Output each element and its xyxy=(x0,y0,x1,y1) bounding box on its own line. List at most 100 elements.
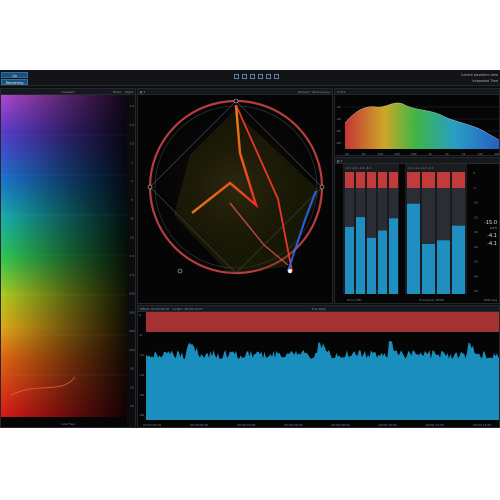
error-meter-values: -4.4 -6.0 -4.4 -4.0 xyxy=(345,166,371,170)
history-timecode: 00:00:02:00 xyxy=(190,423,208,427)
layout-icon[interactable] xyxy=(234,74,239,79)
spectrum-display[interactable]: -20 -40 -60 -80 20 50 100 200 500 1k 2k 5k 10k 20k xyxy=(335,95,500,156)
app-window: Go Rendering Current waveform view Integ… xyxy=(0,70,500,428)
spectrogram-scale-label: 0.1 xyxy=(130,104,135,108)
history-timecode: 00:00:04:00 xyxy=(237,423,255,427)
spectrum-level-tick: -60 xyxy=(336,129,341,133)
history-waveform xyxy=(146,341,499,420)
grid-icon[interactable] xyxy=(242,74,247,79)
history-display[interactable]: 0 -6 -12 -24 -36 -48 00:00:00:00 00:00:02:00 00… xyxy=(138,312,500,428)
spectrogram-scale-label: 0.2 xyxy=(130,123,135,127)
view-icons xyxy=(234,74,279,79)
history-timecode: 00:00:10:00 xyxy=(379,423,397,427)
current-view-label: Current waveform view xyxy=(460,73,498,77)
true-peak-meter-bar-peak xyxy=(422,172,435,188)
window-icon[interactable] xyxy=(266,74,271,79)
true-peak-meter-label: True Peak (dBTP) xyxy=(419,298,445,302)
spectrogram-scale-label: 300 xyxy=(129,310,135,314)
vectorscope-left-handle[interactable] xyxy=(147,184,153,190)
history-timecode: 00:00:06:00 xyxy=(284,423,302,427)
error-meter-bar-level xyxy=(367,237,376,294)
spectrogram-scale-label: 2 xyxy=(131,179,133,183)
true-peak-meter-bar-peak xyxy=(452,172,465,188)
true-peak-meter-bar-level xyxy=(452,225,465,294)
true-peak-meter-bar-peak xyxy=(407,172,420,188)
spectrogram-scale-label: 10 xyxy=(130,217,134,221)
spectrum-level-tick: -20 xyxy=(336,105,341,109)
error-meter-bar-peak xyxy=(378,172,387,188)
link-icon[interactable] xyxy=(250,74,255,79)
true-peak-meter-bar-level xyxy=(407,203,420,294)
spectrum-freq-tick: 20k xyxy=(494,152,500,156)
history-scale-label: -48 xyxy=(139,413,144,417)
spectrogram-display[interactable]: 0.10.20.512510201.52.5500300200100505025 xyxy=(1,95,136,428)
meter-scale-label: -10 xyxy=(473,201,478,205)
error-meter-bar-peak xyxy=(389,172,398,188)
true-peak-meter-bar-level xyxy=(437,240,450,294)
error-meter-bar-level xyxy=(389,218,398,294)
error-meter-bar-peak xyxy=(367,172,376,188)
spectrogram-scale-label: 0.5 xyxy=(130,142,135,146)
settings-icon[interactable] xyxy=(274,74,279,79)
spectrum-freq-tick: 5k xyxy=(462,152,466,156)
history-panel: Offset: 00:00:00:00 · Length: 00:00:14:2… xyxy=(137,305,500,428)
error-meter-bar-peak xyxy=(345,172,354,188)
true-peak-meter-bar-peak xyxy=(437,172,450,188)
spectrogram-scale-label: 500 xyxy=(129,292,135,296)
spectrogram-scale-label: 200 xyxy=(129,329,135,333)
search-icon[interactable] xyxy=(258,74,263,79)
rendering-button[interactable]: Rendering xyxy=(1,79,28,85)
vectorscope-lower-right-handle[interactable] xyxy=(287,268,293,274)
meter-scale-label: -15 xyxy=(473,215,478,219)
spectrum-freq-tick: 500 xyxy=(411,152,417,156)
history-peak-band xyxy=(146,312,499,332)
readout-momentary: -4.1 xyxy=(487,241,497,247)
vectorscope-top-handle[interactable] xyxy=(233,98,239,104)
history-scale-label: -12 xyxy=(139,353,144,357)
spectrogram-footer: Low Freq xyxy=(61,422,75,426)
history-scale-label: -6 xyxy=(139,333,142,337)
meter-scale-label: -40 xyxy=(473,274,478,278)
meter-scale-label: -25 xyxy=(473,245,478,249)
spectrum-freq-tick: 200 xyxy=(394,152,400,156)
spectrogram-panel: Gradient Mode Right 0.1 0.2 0.5 1 2 5 10… xyxy=(0,88,136,428)
spectrogram-scale-label: 25 xyxy=(130,404,134,408)
meter-scale-label: -50 xyxy=(473,289,478,293)
spectrum-freq-tick: 10k xyxy=(478,152,484,156)
meter-scale-label: -5 xyxy=(473,186,476,190)
true-peak-meter-bar-level xyxy=(422,243,435,294)
vectorscope-lower-left-handle[interactable] xyxy=(177,268,183,274)
vectorscope-display[interactable] xyxy=(138,95,333,304)
meter-scale-label: 0 xyxy=(473,171,475,175)
error-meter-label: Error (dB) xyxy=(347,298,362,302)
spectrum-level-tick: -80 xyxy=(336,141,341,145)
spectrum-freq-tick: 2k xyxy=(445,152,449,156)
meter-scale-label: -20 xyxy=(473,230,478,234)
spectrogram-scale-label: 5 xyxy=(131,198,133,202)
vectorscope-panel: ◧ ▾ Default / Vectorscope xyxy=(137,88,333,304)
meters-display: 0 -5 -10 -15 -20 -25 -30 -40 -50 -4.4 -6.0 -4.4 … xyxy=(343,164,478,294)
history-scale-label: -24 xyxy=(139,373,144,377)
error-meter-bar-level xyxy=(356,217,365,294)
spectrogram-scale-label: 1 xyxy=(131,160,133,164)
meter-scale-label: -30 xyxy=(473,260,478,264)
history-scale-label: -36 xyxy=(139,393,144,397)
meters-panel: ◧ ▾ 0 -5 -10 -15 -20 -25 -30 -40 -50 -4.4 -6.0 -… xyxy=(334,157,500,304)
error-meter-bar-level xyxy=(345,226,354,294)
spectrogram-scale-label: 1.5 xyxy=(130,254,135,258)
true-peak-meter-values: -4.0 -4.2 -4.3 -4.2 xyxy=(407,166,433,170)
spectrogram-scale-label: 50 xyxy=(130,385,134,389)
spectrum-level-tick: -40 xyxy=(336,117,341,121)
spectrum-panel: A M S -20 -40 -60 -80 20 50 100 200 500 1k 2k 5k 10… xyxy=(334,88,500,156)
loudness-readout: -15.0 LUFS -4.1 -4.1 xyxy=(484,220,497,247)
go-button[interactable]: Go xyxy=(1,72,28,78)
spectrum-freq-tick: 50 xyxy=(362,152,366,156)
spectrogram-scale-label: 20 xyxy=(130,235,134,239)
vectorscope-right-handle[interactable] xyxy=(319,184,325,190)
spectrogram-scale-label: 100 xyxy=(129,348,135,352)
top-toolbar: Go Rendering Current waveform view Integ… xyxy=(0,70,500,86)
rms-footer: RMS Avg xyxy=(483,298,497,302)
spectrum-freq-tick: 1k xyxy=(429,152,433,156)
spectrogram-scale-label: 50 xyxy=(130,367,134,371)
spectrum-freq-tick: 100 xyxy=(377,152,383,156)
